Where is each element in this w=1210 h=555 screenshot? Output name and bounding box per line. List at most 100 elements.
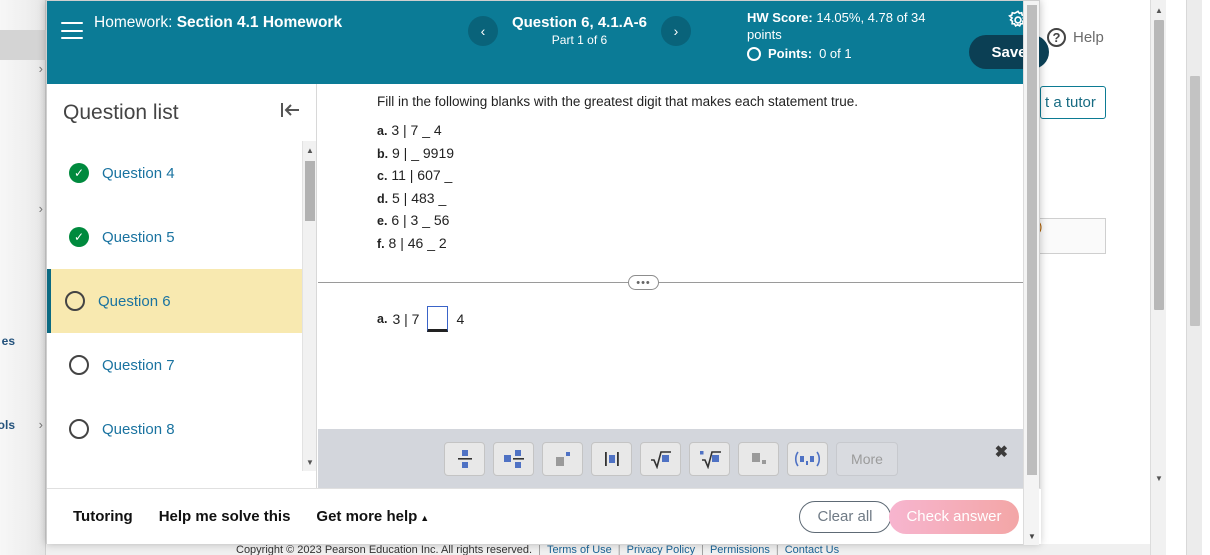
part-text: 3 | 7 _ 4	[391, 122, 442, 138]
part-letter: d.	[377, 191, 389, 206]
question-list-item-label: Question 8	[102, 420, 175, 438]
footer-separator-1: |	[538, 544, 541, 555]
question-part-f: f. 8 | 46 _ 2	[377, 233, 454, 256]
help-link[interactable]: ? Help	[1047, 28, 1104, 47]
background-left-rail-highlight	[0, 30, 46, 60]
question-list-scrollbar[interactable]: ▲ ▼	[302, 141, 316, 471]
scroll-thumb[interactable]	[305, 161, 315, 221]
part-text: 8 | 46 _ 2	[388, 234, 447, 251]
interval-button[interactable]	[787, 441, 828, 476]
part-letter: e.	[377, 214, 388, 228]
answer-prefix: 3 | 7	[392, 311, 420, 327]
question-list-title: Question list	[63, 100, 179, 124]
scroll-up-arrow-1[interactable]: ▲	[1151, 2, 1167, 18]
divider-expand-button[interactable]: •••	[628, 275, 659, 290]
question-header: Homework: Section 4.1 Homework ‹ Questio…	[47, 1, 1049, 84]
question-title: Question 6, 4.1.A-6	[511, 14, 648, 31]
page-footer: Copyright © 2023 Pearson Education Inc. …	[46, 544, 1150, 555]
answer-row: a. 3 | 7 4	[377, 306, 464, 332]
incomplete-circle-icon	[69, 419, 89, 439]
modal-scroll-down-arrow[interactable]: ▼	[1024, 529, 1040, 543]
question-part-d: d. 5 | 483 _	[377, 188, 454, 211]
previous-question-button[interactable]: ‹	[467, 15, 498, 46]
completed-check-icon: ✓	[69, 227, 89, 247]
privacy-policy-link[interactable]: Privacy Policy	[627, 544, 695, 555]
more-button[interactable]: More	[836, 441, 898, 476]
assignment-prefix: Homework:	[94, 14, 173, 31]
footer-separator-3: |	[701, 544, 704, 555]
hamburger-icon[interactable]	[61, 22, 83, 39]
question-prompt: Fill in the following blanks with the gr…	[377, 94, 858, 109]
page-scrollbar-outer[interactable]	[1186, 0, 1202, 555]
check-answer-button[interactable]: Check answer	[889, 499, 1019, 534]
hw-score-label: HW Score:	[747, 10, 813, 25]
question-list-item-8[interactable]: Question 8	[47, 397, 316, 461]
points-status-icon	[747, 46, 761, 61]
part-text: 11 | 607 _	[391, 167, 453, 183]
page-scrollbar-inner[interactable]: ▲ ▼	[1150, 0, 1166, 555]
fraction-button[interactable]	[444, 441, 485, 476]
completed-check-icon: ✓	[69, 163, 89, 183]
question-list-item-7[interactable]: Question 7	[47, 333, 316, 397]
caret-up-icon: ▲	[420, 513, 430, 523]
scroll-down-arrow[interactable]: ▼	[303, 455, 317, 469]
part-letter: c.	[377, 169, 388, 183]
scroll-thumb-1[interactable]	[1154, 20, 1164, 310]
background-rail-chevron-2[interactable]: ›	[39, 202, 43, 215]
question-list-item-label: Question 7	[102, 356, 175, 374]
next-question-button[interactable]: ›	[661, 15, 692, 46]
background-rail-label-2[interactable]: ols	[0, 418, 15, 432]
permissions-link[interactable]: Permissions	[710, 544, 770, 555]
question-parts-list: a. 3 | 7 _ 4 b. 9 | _ 9919 c. 11 | 607 _…	[377, 120, 454, 255]
question-list-item-5[interactable]: ✓ Question 5	[47, 205, 316, 269]
content-divider	[318, 282, 1024, 283]
close-toolbar-icon[interactable]: ✖	[995, 442, 1008, 462]
exponent-button[interactable]	[542, 441, 583, 476]
background-rail-label-1[interactable]: es	[2, 334, 15, 348]
part-text: 5 | 483 _	[392, 189, 447, 206]
part-letter: f.	[377, 236, 385, 251]
nth-root-button[interactable]	[689, 441, 730, 476]
question-indicator: Question 6, 4.1.A-6 Part 1 of 6	[512, 13, 647, 48]
background-rail-chevron-3[interactable]: ›	[39, 418, 43, 431]
hw-score-line: HW Score: 14.05%, 4.78 of 34 points	[747, 9, 947, 43]
question-list-item-6[interactable]: Question 6	[47, 269, 316, 333]
question-content: Fill in the following blanks with the gr…	[318, 84, 1024, 429]
background-left-rail: › › es ols ›	[0, 0, 46, 555]
math-toolbar: More ✖	[318, 429, 1024, 488]
footer-separator-4: |	[775, 544, 779, 555]
modal-scroll-thumb[interactable]	[1027, 5, 1037, 475]
action-bar: Tutoring Help me solve this Get more hel…	[47, 488, 1041, 544]
question-part-label: Part 1 of 6	[551, 33, 608, 47]
contact-us-link[interactable]: Contact Us	[785, 544, 839, 555]
background-rail-chevron-1[interactable]: ›	[39, 62, 43, 75]
part-text: 9 | _ 9919	[392, 144, 455, 161]
get-more-help-button[interactable]: Get more help ▲	[316, 508, 429, 525]
scroll-down-arrow-1[interactable]: ▼	[1151, 470, 1167, 486]
subscript-button[interactable]	[738, 441, 779, 476]
help-me-solve-this-button[interactable]: Help me solve this	[159, 508, 291, 525]
points-row: Points: 0 of 1	[747, 45, 947, 62]
collapse-left-icon[interactable]	[278, 100, 302, 125]
question-list-panel: Question list ✓ Question 4 ✓ Question 5 …	[47, 84, 317, 488]
clear-all-button[interactable]: Clear all	[799, 500, 891, 533]
question-list-item-4[interactable]: ✓ Question 4	[47, 141, 316, 205]
terms-of-use-link[interactable]: Terms of Use	[547, 544, 612, 555]
mixed-fraction-button[interactable]	[493, 441, 534, 476]
get-a-tutor-button[interactable]: t a tutor	[1040, 86, 1106, 119]
incomplete-circle-icon	[65, 291, 85, 311]
tutoring-button[interactable]: Tutoring	[73, 508, 133, 525]
modal-scrollbar[interactable]: ▼	[1023, 1, 1039, 545]
incomplete-circle-icon	[69, 355, 89, 375]
answer-part-letter: a.	[377, 312, 388, 326]
scroll-thumb-2[interactable]	[1190, 76, 1200, 326]
answer-input[interactable]	[427, 306, 449, 332]
square-root-button[interactable]	[640, 441, 681, 476]
part-letter: b.	[377, 146, 389, 161]
scroll-up-arrow[interactable]: ▲	[303, 143, 317, 157]
background-right-panel	[1040, 0, 1162, 555]
absolute-value-button[interactable]	[591, 441, 632, 476]
help-icon: ?	[1047, 28, 1066, 47]
copyright-text: Copyright © 2023 Pearson Education Inc. …	[236, 544, 533, 555]
answer-suffix: 4	[456, 311, 465, 327]
